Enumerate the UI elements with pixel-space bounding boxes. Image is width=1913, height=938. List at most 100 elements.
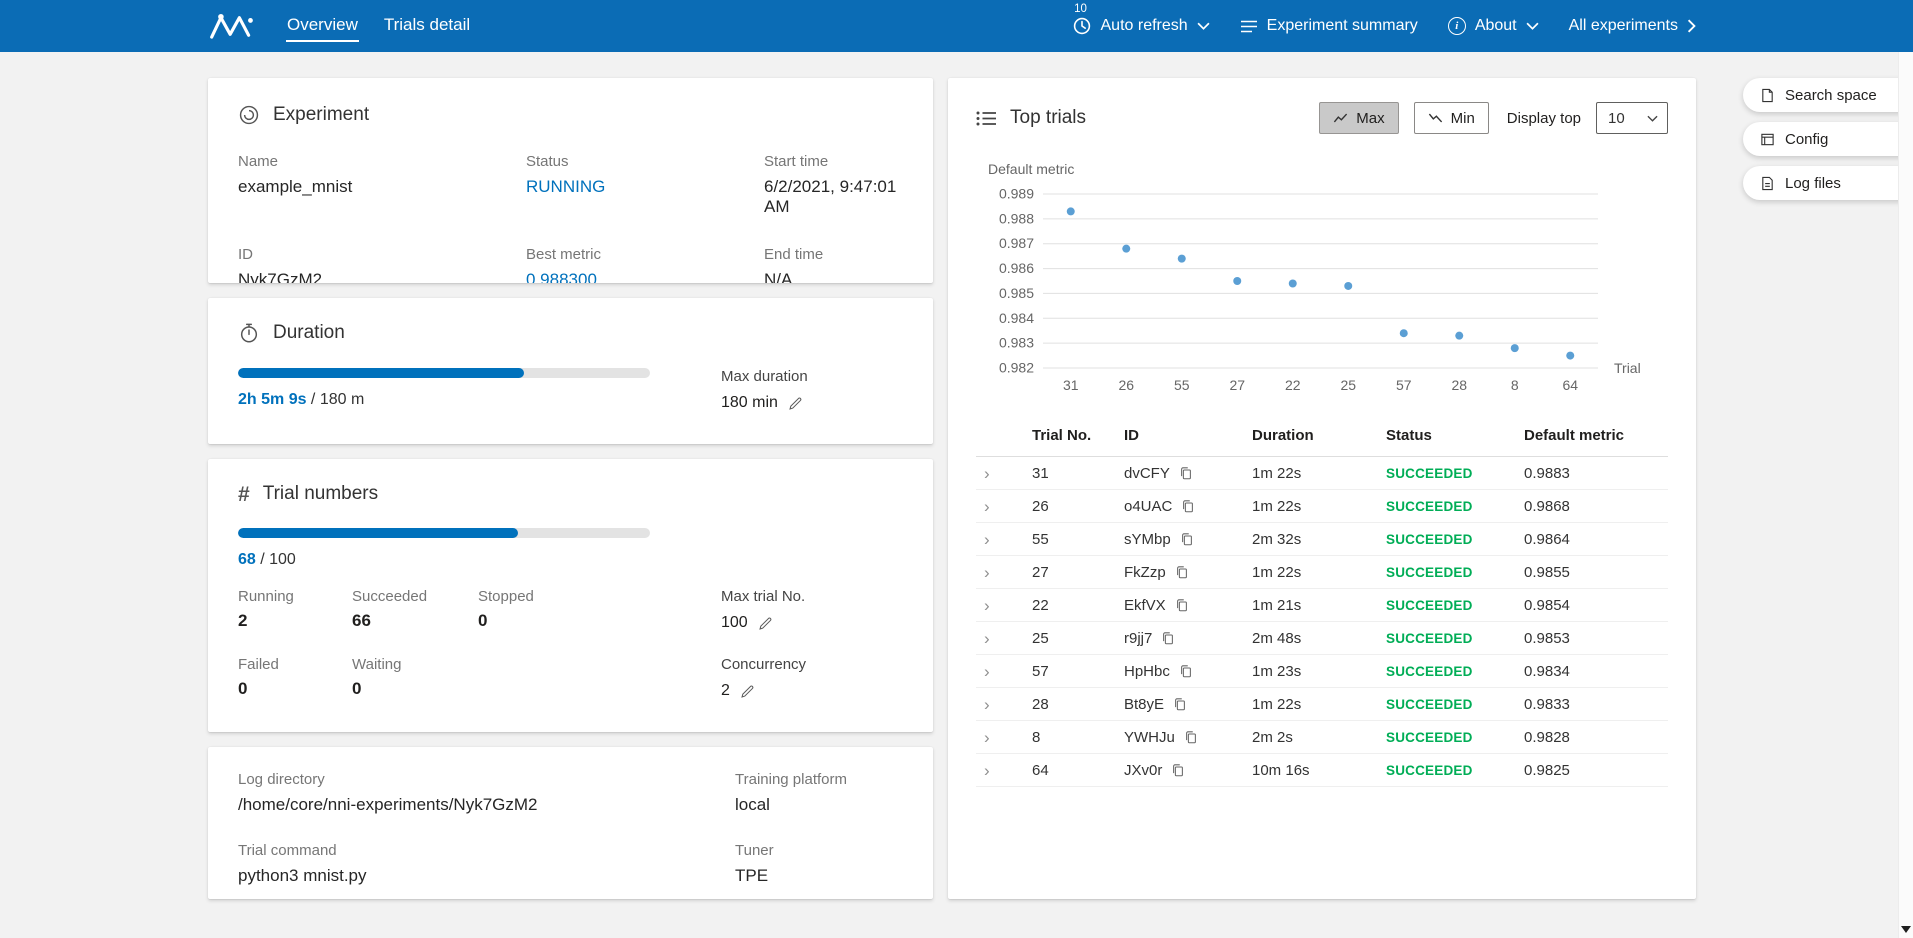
- chevron-down-icon: [1526, 22, 1539, 30]
- log-directory-value: /home/core/nni-experiments/Nyk7GzM2: [238, 795, 735, 815]
- cell-id: Bt8yE: [1116, 696, 1244, 713]
- cell-duration: 2m 32s: [1244, 531, 1378, 548]
- stat-waiting: Waiting 0: [352, 656, 478, 701]
- top-trials-controls: Max Min Display top 10: [1319, 102, 1668, 134]
- topbar-actions: 10 Auto refresh Experiment summary i Abo…: [1072, 16, 1697, 36]
- cell-duration: 1m 21s: [1244, 597, 1378, 614]
- field-end-time: End time N/A: [764, 246, 903, 283]
- table-row[interactable]: › 27 FkZzp 1m 22s SUCCEEDED 0.9855: [976, 556, 1668, 589]
- experiment-icon: [238, 104, 260, 126]
- row-expand-chevron-icon[interactable]: ›: [976, 630, 1024, 647]
- experiment-info-card: Log directory /home/core/nni-experiments…: [208, 747, 933, 899]
- trial-settings-block: Max trial No. 100 Concurrency 2: [721, 588, 903, 700]
- copy-icon[interactable]: [1171, 763, 1185, 778]
- tab-trials-detail[interactable]: Trials detail: [383, 10, 471, 42]
- all-experiments-label: All experiments: [1569, 17, 1678, 35]
- cell-id: FkZzp: [1116, 564, 1244, 581]
- display-top-select[interactable]: 10: [1596, 102, 1668, 134]
- duration-progress-fill: [238, 368, 524, 378]
- log-files-button[interactable]: Log files: [1743, 166, 1913, 200]
- field-start-time: Start time 6/2/2021, 9:47:01 AM: [764, 153, 903, 217]
- main-content: Experiment Name example_mnist Status RUN…: [0, 52, 1913, 899]
- cell-default-metric: 0.9883: [1516, 465, 1668, 482]
- row-expand-chevron-icon[interactable]: ›: [976, 762, 1024, 779]
- table-row[interactable]: › 28 Bt8yE 1m 22s SUCCEEDED 0.9833: [976, 688, 1668, 721]
- edit-pencil-icon[interactable]: [758, 616, 773, 631]
- cell-status: SUCCEEDED: [1378, 730, 1516, 745]
- copy-icon[interactable]: [1161, 631, 1175, 646]
- row-expand-chevron-icon[interactable]: ›: [976, 696, 1024, 713]
- copy-icon[interactable]: [1173, 697, 1187, 712]
- min-button[interactable]: Min: [1414, 102, 1489, 134]
- cell-status: SUCCEEDED: [1378, 466, 1516, 481]
- top-trials-table-body: › 31 dvCFY 1m 22s SUCCEEDED 0.9883 › 26 …: [976, 457, 1668, 787]
- nni-logo[interactable]: [208, 11, 256, 41]
- scroll-down-arrow-icon[interactable]: [1899, 921, 1913, 938]
- svg-text:0.986: 0.986: [999, 260, 1034, 276]
- copy-icon[interactable]: [1180, 532, 1194, 547]
- row-expand-chevron-icon[interactable]: ›: [976, 498, 1024, 515]
- cell-status: SUCCEEDED: [1378, 598, 1516, 613]
- col-trial-no: Trial No.: [1024, 427, 1116, 444]
- cell-default-metric: 0.9828: [1516, 729, 1668, 746]
- stat-succeeded: Succeeded 66: [352, 588, 478, 633]
- vertical-scrollbar[interactable]: [1898, 52, 1913, 938]
- best-metric-value[interactable]: 0.988300: [526, 270, 764, 283]
- config-button[interactable]: Config: [1743, 122, 1913, 156]
- end-time-value: N/A: [764, 270, 903, 283]
- tuner-value: TPE: [735, 866, 903, 886]
- row-expand-chevron-icon[interactable]: ›: [976, 729, 1024, 746]
- max-button[interactable]: Max: [1319, 102, 1398, 134]
- concurrency-block: Concurrency 2: [721, 656, 903, 700]
- table-row[interactable]: › 8 YWHJu 2m 2s SUCCEEDED 0.9828: [976, 721, 1668, 754]
- table-row[interactable]: › 55 sYMbp 2m 32s SUCCEEDED 0.9864: [976, 523, 1668, 556]
- copy-icon[interactable]: [1181, 499, 1195, 514]
- cell-duration: 1m 22s: [1244, 498, 1378, 515]
- experiment-id-value: Nyk7GzM2: [238, 270, 526, 283]
- experiment-summary-label: Experiment summary: [1267, 17, 1418, 35]
- table-row[interactable]: › 64 JXv0r 10m 16s SUCCEEDED 0.9825: [976, 754, 1668, 787]
- top-trials-chart[interactable]: Default metric0.9820.9830.9840.9850.9860…: [976, 160, 1668, 400]
- table-row[interactable]: › 57 HpHbc 1m 23s SUCCEEDED 0.9834: [976, 655, 1668, 688]
- about-menu[interactable]: i About: [1448, 17, 1539, 35]
- tab-overview[interactable]: Overview: [286, 10, 359, 42]
- row-expand-chevron-icon[interactable]: ›: [976, 564, 1024, 581]
- cell-duration: 1m 22s: [1244, 564, 1378, 581]
- row-expand-chevron-icon[interactable]: ›: [976, 465, 1024, 482]
- list-bullet-icon: [976, 110, 997, 127]
- table-row[interactable]: › 22 EkfVX 1m 21s SUCCEEDED 0.9854: [976, 589, 1668, 622]
- row-expand-chevron-icon[interactable]: ›: [976, 597, 1024, 614]
- overview-right-column: Top trials Max Min Display top 10: [948, 78, 1696, 899]
- copy-icon[interactable]: [1179, 664, 1193, 679]
- row-expand-chevron-icon[interactable]: ›: [976, 531, 1024, 548]
- edit-pencil-icon[interactable]: [788, 396, 803, 411]
- auto-refresh-control[interactable]: 10 Auto refresh: [1072, 16, 1210, 36]
- info-icon: i: [1448, 17, 1466, 35]
- copy-icon[interactable]: [1179, 466, 1193, 481]
- table-row[interactable]: › 26 o4UAC 1m 22s SUCCEEDED 0.9868: [976, 490, 1668, 523]
- trend-down-icon: [1428, 111, 1443, 125]
- display-top-label: Display top: [1507, 110, 1581, 127]
- table-row[interactable]: › 25 r9jj7 2m 48s SUCCEEDED 0.9853: [976, 622, 1668, 655]
- row-expand-chevron-icon[interactable]: ›: [976, 663, 1024, 680]
- cell-status: SUCCEEDED: [1378, 565, 1516, 580]
- cell-id: EkfVX: [1116, 597, 1244, 614]
- cell-default-metric: 0.9853: [1516, 630, 1668, 647]
- chevron-right-icon: [1687, 19, 1696, 33]
- all-experiments-link[interactable]: All experiments: [1569, 17, 1696, 35]
- copy-icon[interactable]: [1175, 598, 1189, 613]
- search-space-button[interactable]: Search space: [1743, 78, 1913, 112]
- field-log-directory: Log directory /home/core/nni-experiments…: [238, 771, 735, 815]
- side-action-buttons: Search space Config Log files: [1743, 78, 1913, 200]
- cell-id: dvCFY: [1116, 465, 1244, 482]
- default-metric-chart-area: Default metric0.9820.9830.9840.9850.9860…: [976, 160, 1668, 405]
- table-row[interactable]: › 31 dvCFY 1m 22s SUCCEEDED 0.9883: [976, 457, 1668, 490]
- copy-icon[interactable]: [1175, 565, 1189, 580]
- duration-progress-track: [238, 368, 650, 378]
- trials-progress-text: 68 / 100: [238, 551, 650, 569]
- experiment-summary-button[interactable]: Experiment summary: [1240, 17, 1418, 35]
- overview-left-column: Experiment Name example_mnist Status RUN…: [208, 78, 933, 899]
- edit-pencil-icon[interactable]: [740, 684, 755, 699]
- cell-duration: 1m 23s: [1244, 663, 1378, 680]
- copy-icon[interactable]: [1184, 730, 1198, 745]
